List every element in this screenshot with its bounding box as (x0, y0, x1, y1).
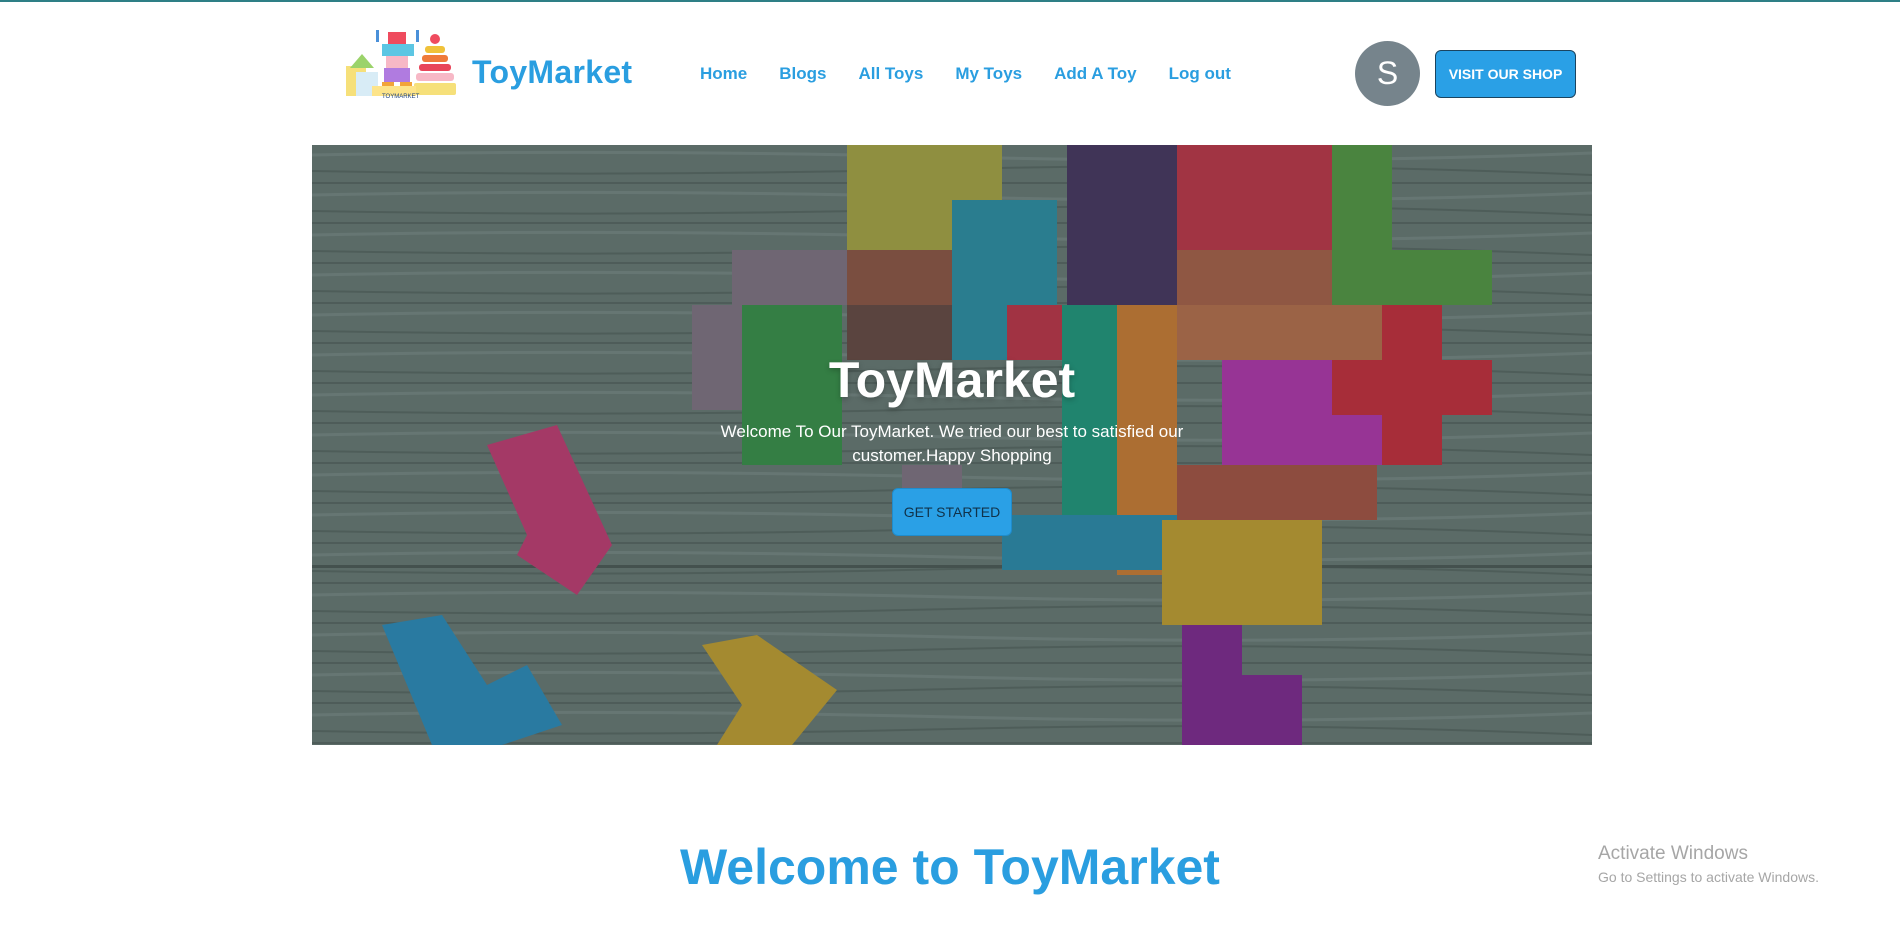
visit-shop-button[interactable]: VISIT OUR SHOP (1435, 50, 1576, 98)
user-avatar[interactable]: S (1355, 41, 1420, 106)
activate-windows-title: Activate Windows (1598, 843, 1748, 864)
nav-blogs[interactable]: Blogs (779, 64, 826, 84)
activate-windows-subtitle: Go to Settings to activate Windows. (1598, 869, 1819, 885)
get-started-button[interactable]: GET STARTED (892, 488, 1012, 536)
navbar: TOYMARKET ToyMarket Home Blogs All Toys … (0, 2, 1900, 142)
toy-logo-icon[interactable]: TOYMARKET (346, 26, 456, 102)
main-nav: Home Blogs All Toys My Toys Add A Toy Lo… (700, 64, 1231, 84)
logo-caption: TOYMARKET (382, 94, 420, 100)
nav-home[interactable]: Home (700, 64, 747, 84)
hero-content: ToyMarket Welcome To Our ToyMarket. We t… (312, 350, 1592, 536)
nav-my-toys[interactable]: My Toys (955, 64, 1022, 84)
hero-title: ToyMarket (828, 352, 1076, 408)
nav-add-a-toy[interactable]: Add A Toy (1054, 64, 1136, 84)
hero-description: Welcome To Our ToyMarket. We tried our b… (720, 422, 1184, 465)
nav-log-out[interactable]: Log out (1169, 64, 1231, 84)
windows-activation-watermark: Activate Windows Go to Settings to activ… (1598, 843, 1819, 885)
brand-name[interactable]: ToyMarket (472, 54, 632, 91)
nav-all-toys[interactable]: All Toys (858, 64, 923, 84)
hero-banner: ToyMarket Welcome To Our ToyMarket. We t… (312, 145, 1592, 745)
